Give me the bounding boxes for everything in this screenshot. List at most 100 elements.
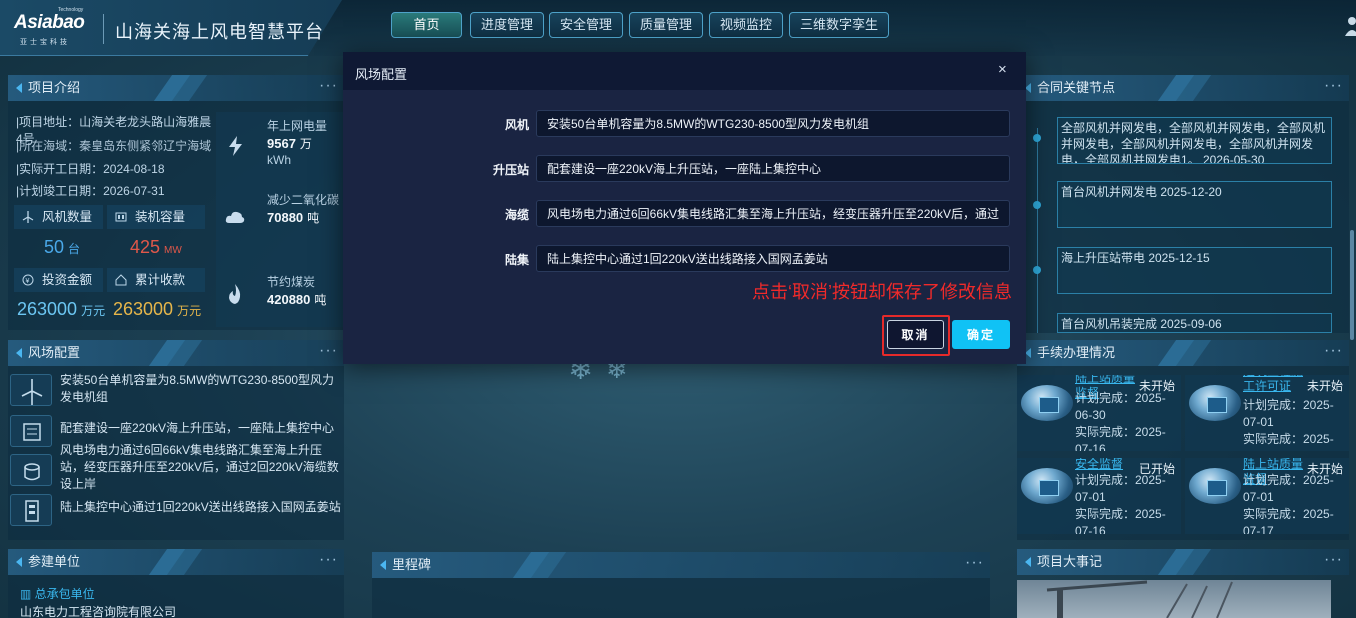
more-icon[interactable]: ··· bbox=[965, 550, 984, 576]
participants-title: 参建单位 bbox=[28, 554, 81, 569]
globe-icon bbox=[1021, 385, 1073, 421]
nav-home[interactable]: 首页 bbox=[391, 12, 462, 38]
contract-node-card[interactable]: 首台风机并网发电 2025-12-20 bbox=[1057, 181, 1332, 228]
investment-value: 263000 万元 bbox=[17, 299, 106, 319]
turbine-count-label: 风机数量 bbox=[42, 210, 93, 224]
turbine-field[interactable] bbox=[536, 110, 1010, 137]
nav-digital-twin[interactable]: 三维数字孪生 bbox=[789, 12, 890, 38]
lightning-icon bbox=[229, 136, 242, 156]
procedure-card[interactable]: 陆上站质量监督 未开始 计划完成：2025-06-30 实际完成：2025-07-… bbox=[1017, 375, 1181, 451]
cable-field[interactable] bbox=[536, 200, 1010, 227]
more-icon[interactable]: ··· bbox=[1324, 73, 1343, 99]
kpi-coal: 节约煤炭 420880 吨 bbox=[267, 275, 327, 307]
wind-config-title: 风场配置 bbox=[28, 345, 81, 360]
flame-icon bbox=[229, 284, 241, 304]
kpi-annual-energy: 年上网电量 9567 万 kWh bbox=[267, 119, 328, 167]
procedure-card[interactable]: 安全监督 已开始 计划完成：2025-07-01 实际完成：2025-07-16 bbox=[1017, 458, 1181, 534]
list-item: 陆上集控中心通过1回220kV送出线路接入国网孟姜站 bbox=[10, 494, 342, 530]
kpi-co2: 减少二氧化碳 70880 吨 bbox=[267, 193, 340, 225]
building-icon: ▥ bbox=[20, 587, 35, 601]
procedure-detail: 计划完成：2025-07-01实际完成：2025-07-18 bbox=[1243, 398, 1334, 451]
event-photo[interactable] bbox=[1017, 580, 1331, 618]
battery-icon bbox=[115, 212, 127, 222]
contract-node-card[interactable]: 海上升压站带电 2025-12-15 bbox=[1057, 247, 1332, 294]
svg-text:¥: ¥ bbox=[26, 278, 30, 285]
procedure-detail: 计划完成：2025-07-01 实际完成：2025-07-16 bbox=[1075, 473, 1166, 534]
bug-annotation: 点击‘取消’按钮却保存了修改信息 bbox=[752, 282, 1012, 302]
substation-field[interactable] bbox=[536, 155, 1010, 182]
investment-tile: ¥ 投资金额 bbox=[14, 268, 103, 292]
cancel-button[interactable]: 取消 bbox=[887, 320, 944, 349]
project-start-date: |实际开工日期：2024-08-18 bbox=[16, 162, 165, 176]
list-item: 安装50台单机容量为8.5MW的WTG230-8500型风力发电机组 bbox=[10, 372, 342, 408]
globe-icon bbox=[1021, 468, 1073, 504]
procedure-status: 未开始 bbox=[1306, 379, 1343, 393]
turbine-field-label: 风机 bbox=[504, 118, 529, 132]
modal-title: 风场配置 bbox=[355, 67, 408, 82]
investment-label: 投资金额 bbox=[42, 273, 93, 287]
logo-separator bbox=[103, 14, 104, 44]
procedures-title: 手续办理情况 bbox=[1037, 345, 1116, 360]
substation-field-label: 升压站 bbox=[492, 163, 529, 177]
scrollbar[interactable] bbox=[1350, 230, 1354, 340]
globe-icon bbox=[1189, 385, 1241, 421]
timeline-line bbox=[1037, 128, 1038, 333]
turbine-count-tile: 风机数量 bbox=[14, 205, 103, 229]
cable-field-label: 海缆 bbox=[504, 208, 529, 222]
confirm-button[interactable]: 确定 bbox=[952, 320, 1010, 349]
land-control-field[interactable] bbox=[536, 245, 1010, 272]
procedure-name[interactable]: 安全监督 bbox=[1075, 458, 1145, 472]
more-icon[interactable]: ··· bbox=[1324, 338, 1343, 364]
participant-company: 山东电力工程咨询院有限公司 bbox=[20, 605, 177, 618]
cable-icon bbox=[10, 454, 52, 486]
contract-nodes-header: 合同关键节点 ··· bbox=[1017, 75, 1349, 101]
procedure-detail: 计划完成：2025-06-30 实际完成：2025-07-16 bbox=[1075, 391, 1166, 451]
participants-header: 参建单位 ··· bbox=[8, 549, 344, 575]
events-header: 项目大事记 ··· bbox=[1017, 549, 1349, 575]
logo-tiny-text: Technology bbox=[58, 7, 84, 13]
nav-quality[interactable]: 质量管理 bbox=[629, 12, 704, 38]
milestone-body bbox=[372, 578, 990, 618]
nav-progress[interactable]: 进度管理 bbox=[470, 12, 545, 38]
contract-node-card[interactable]: 首台风机吊装完成 2025-09-06 bbox=[1057, 313, 1332, 333]
contract-node-card[interactable]: 全部风机并网发电，全部风机并网发电，全部风机并网发电，全部风机并网发电，全部风机… bbox=[1057, 117, 1332, 164]
procedure-name[interactable]: 建筑工程施工许可证 bbox=[1243, 375, 1313, 394]
timeline-dot bbox=[1033, 134, 1041, 142]
procedure-card[interactable]: 陆上站质量监督 未开始 计划完成：2025-07-01 实际完成：2025-07-… bbox=[1185, 458, 1349, 534]
globe-icon bbox=[1189, 468, 1241, 504]
procedure-detail: 计划完成：2025-07-01 实际完成：2025-07-17 bbox=[1243, 473, 1334, 534]
capacity-value: 425 MW bbox=[130, 237, 182, 257]
nav-video[interactable]: 视频监控 bbox=[709, 12, 784, 38]
received-tile: 累计收款 bbox=[107, 268, 205, 292]
nav-safety[interactable]: 安全管理 bbox=[549, 12, 624, 38]
home-money-icon bbox=[115, 274, 127, 286]
project-intro-header: 项目介绍 ··· bbox=[8, 75, 344, 101]
user-icon[interactable] bbox=[1342, 14, 1356, 36]
capacity-tile: 装机容量 bbox=[107, 205, 205, 229]
timeline-dot bbox=[1033, 201, 1041, 209]
events-title: 项目大事记 bbox=[1037, 554, 1103, 569]
more-icon[interactable]: ··· bbox=[319, 73, 338, 99]
close-icon[interactable]: × bbox=[998, 61, 1007, 78]
turbine-icon bbox=[22, 211, 34, 223]
participant-role: ▥ 总承包单位 bbox=[20, 587, 95, 601]
turbine-count-value: 50 台 bbox=[44, 237, 81, 257]
control-center-icon bbox=[10, 494, 52, 526]
turbine-icon bbox=[10, 374, 52, 406]
timeline-dot bbox=[1033, 266, 1041, 274]
money-icon: ¥ bbox=[22, 274, 34, 286]
cloud-icon bbox=[225, 211, 245, 223]
list-item: 风电场电力通过6回66kV集电线路汇集至海上升压站，经变压器升压至220kV后，… bbox=[10, 442, 342, 494]
more-icon[interactable]: ··· bbox=[319, 338, 338, 364]
milestone-header: 里程碑 ··· bbox=[372, 552, 990, 578]
more-icon[interactable]: ··· bbox=[319, 547, 338, 573]
company-logo: Asiabao 亚士宝科技 Technology bbox=[14, 7, 88, 46]
modal-header bbox=[343, 52, 1026, 90]
received-label: 累计收款 bbox=[135, 273, 186, 287]
contract-nodes-title: 合同关键节点 bbox=[1037, 80, 1116, 95]
project-intro-title: 项目介绍 bbox=[28, 80, 81, 95]
procedure-card[interactable]: 建筑工程施工许可证 未开始 计划完成：2025-07-01实际完成：2025-0… bbox=[1185, 375, 1349, 451]
wind-config-header: 风场配置 ··· bbox=[8, 340, 344, 366]
more-icon[interactable]: ··· bbox=[1324, 547, 1343, 573]
project-end-date: |计划竣工日期：2026-07-31 bbox=[16, 184, 165, 198]
